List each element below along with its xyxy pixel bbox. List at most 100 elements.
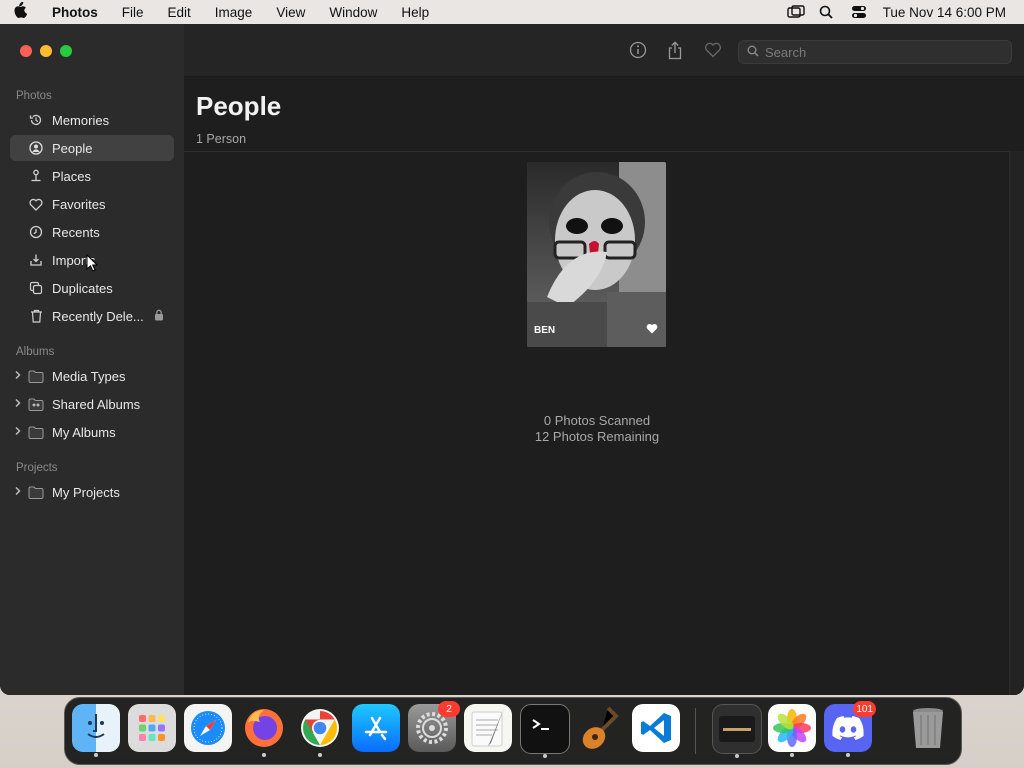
sidebar-item-places[interactable]: Places	[10, 163, 174, 189]
launchpad-icon	[139, 715, 165, 741]
sidebar-item-shared-albums[interactable]: Shared Albums	[10, 391, 174, 417]
search-icon	[747, 45, 759, 60]
scan-status: 0 Photos Scanned 12 Photos Remaining	[184, 413, 1010, 445]
duplicates-icon	[28, 280, 44, 296]
dock-textedit[interactable]	[464, 704, 512, 752]
heart-filled-icon[interactable]	[646, 323, 658, 337]
people-icon	[28, 140, 44, 156]
sidebar-item-label: Memories	[52, 112, 110, 128]
sidebar-item-my-projects[interactable]: My Projects	[10, 479, 174, 505]
sidebar-item-label: Media Types	[52, 368, 126, 384]
dock-vscode[interactable]	[632, 704, 680, 752]
chevron-right-icon[interactable]	[14, 426, 22, 439]
app-store-icon	[364, 716, 388, 741]
running-indicator	[262, 753, 266, 757]
share-button[interactable]	[665, 40, 685, 60]
scan-status-scanned: 0 Photos Scanned	[543, 413, 651, 428]
finder-icon	[87, 714, 105, 738]
person-name: BEN	[534, 325, 556, 336]
fullscreen-window-button[interactable]	[60, 45, 72, 57]
sidebar-item-recents[interactable]: Recents	[10, 219, 174, 245]
dock-finder[interactable]	[72, 704, 120, 757]
sidebar-item-label: People	[52, 140, 93, 156]
apple-menu-icon[interactable]	[0, 1, 40, 23]
section-title-projects: Projects	[16, 462, 58, 474]
safari-icon	[191, 711, 225, 745]
sidebar-item-label: Duplicates	[52, 280, 113, 296]
menu-app-name[interactable]: Photos	[40, 5, 110, 20]
dock-terminal[interactable]	[520, 704, 570, 758]
running-indicator	[318, 753, 322, 757]
chevron-right-icon[interactable]	[14, 370, 22, 383]
dock-separator	[695, 708, 696, 754]
notification-badge: 2	[438, 701, 460, 717]
sidebar-item-label: Recently Dele...	[52, 308, 144, 324]
close-window-button[interactable]	[20, 45, 32, 57]
sidebar-item-favorites[interactable]: Favorites	[10, 191, 174, 217]
sidebar-item-people[interactable]: People	[10, 135, 174, 161]
menu-bar: Photos File Edit Image View Window Help …	[0, 0, 1024, 24]
chevron-right-icon[interactable]	[14, 486, 22, 499]
sidebar-item-recently-deleted[interactable]: Recently Dele...	[10, 303, 174, 329]
vertical-scrollbar[interactable]	[1009, 151, 1024, 695]
running-indicator	[790, 753, 794, 757]
minimize-window-button[interactable]	[40, 45, 52, 57]
guitar-icon	[582, 706, 619, 749]
person-tile[interactable]: BEN	[527, 162, 666, 347]
vscode-icon	[641, 713, 671, 743]
mouse-cursor-icon	[86, 253, 99, 277]
sidebar-item-label: My Projects	[52, 484, 120, 500]
chrome-icon	[301, 709, 339, 747]
header-divider	[184, 151, 1010, 152]
dock-garageband[interactable]	[576, 704, 624, 752]
folder-icon	[28, 368, 44, 384]
trash-can-icon	[913, 708, 943, 748]
menu-help[interactable]: Help	[389, 5, 441, 20]
favorite-button[interactable]	[703, 40, 723, 60]
dock-firefox[interactable]	[240, 704, 288, 757]
spotlight-search-icon[interactable]	[819, 5, 835, 19]
sidebar-item-label: My Albums	[52, 424, 116, 440]
running-indicator	[735, 754, 739, 758]
firefox-icon	[245, 709, 283, 747]
running-indicator	[94, 753, 98, 757]
sidebar-item-label: Shared Albums	[52, 396, 141, 412]
dock-trash[interactable]	[904, 704, 952, 752]
sidebar-item-my-albums[interactable]: My Albums	[10, 419, 174, 445]
window-controls	[20, 45, 72, 57]
dock-app-store[interactable]	[352, 704, 400, 752]
dock-photos[interactable]	[768, 704, 816, 757]
running-indicator	[543, 754, 547, 758]
menu-edit[interactable]: Edit	[156, 5, 203, 20]
sidebar-item-label: Favorites	[52, 196, 106, 212]
menu-view[interactable]: View	[264, 5, 317, 20]
info-button[interactable]	[628, 40, 648, 60]
page-title: People	[196, 91, 282, 121]
photos-window: Photos Memories People Places Favorites	[0, 24, 1024, 695]
window-thumbnail-icon	[719, 716, 755, 742]
menu-window[interactable]: Window	[317, 5, 389, 20]
search-field[interactable]: Search	[738, 40, 1012, 64]
sidebar-item-memories[interactable]: Memories	[10, 107, 174, 133]
places-icon	[28, 168, 44, 184]
sidebar-item-label: Places	[52, 168, 92, 184]
menu-file[interactable]: File	[110, 5, 156, 20]
screen-mirroring-icon[interactable]	[786, 5, 805, 19]
dock-safari[interactable]	[184, 704, 232, 752]
sidebar: Photos Memories People Places Favorites	[0, 24, 185, 695]
share-icon	[668, 40, 682, 59]
scan-status-remaining: 12 Photos Remaining	[534, 429, 660, 444]
control-center-icon[interactable]	[851, 5, 867, 19]
menubar-clock[interactable]: Tue Nov 14 6:00 PM	[883, 5, 1006, 20]
dock-system-settings[interactable]: 2	[408, 701, 460, 752]
menu-image[interactable]: Image	[203, 5, 265, 20]
textedit-icon	[471, 708, 504, 747]
sidebar-item-media-types[interactable]: Media Types	[10, 363, 174, 389]
notification-badge: 101	[853, 701, 876, 717]
dock-discord[interactable]: 101	[824, 701, 876, 757]
sidebar-item-duplicates[interactable]: Duplicates	[10, 275, 174, 301]
dock-notes-window[interactable]	[712, 704, 762, 758]
dock-chrome[interactable]	[296, 704, 344, 757]
chevron-right-icon[interactable]	[14, 398, 22, 411]
dock-launchpad[interactable]	[128, 704, 176, 752]
